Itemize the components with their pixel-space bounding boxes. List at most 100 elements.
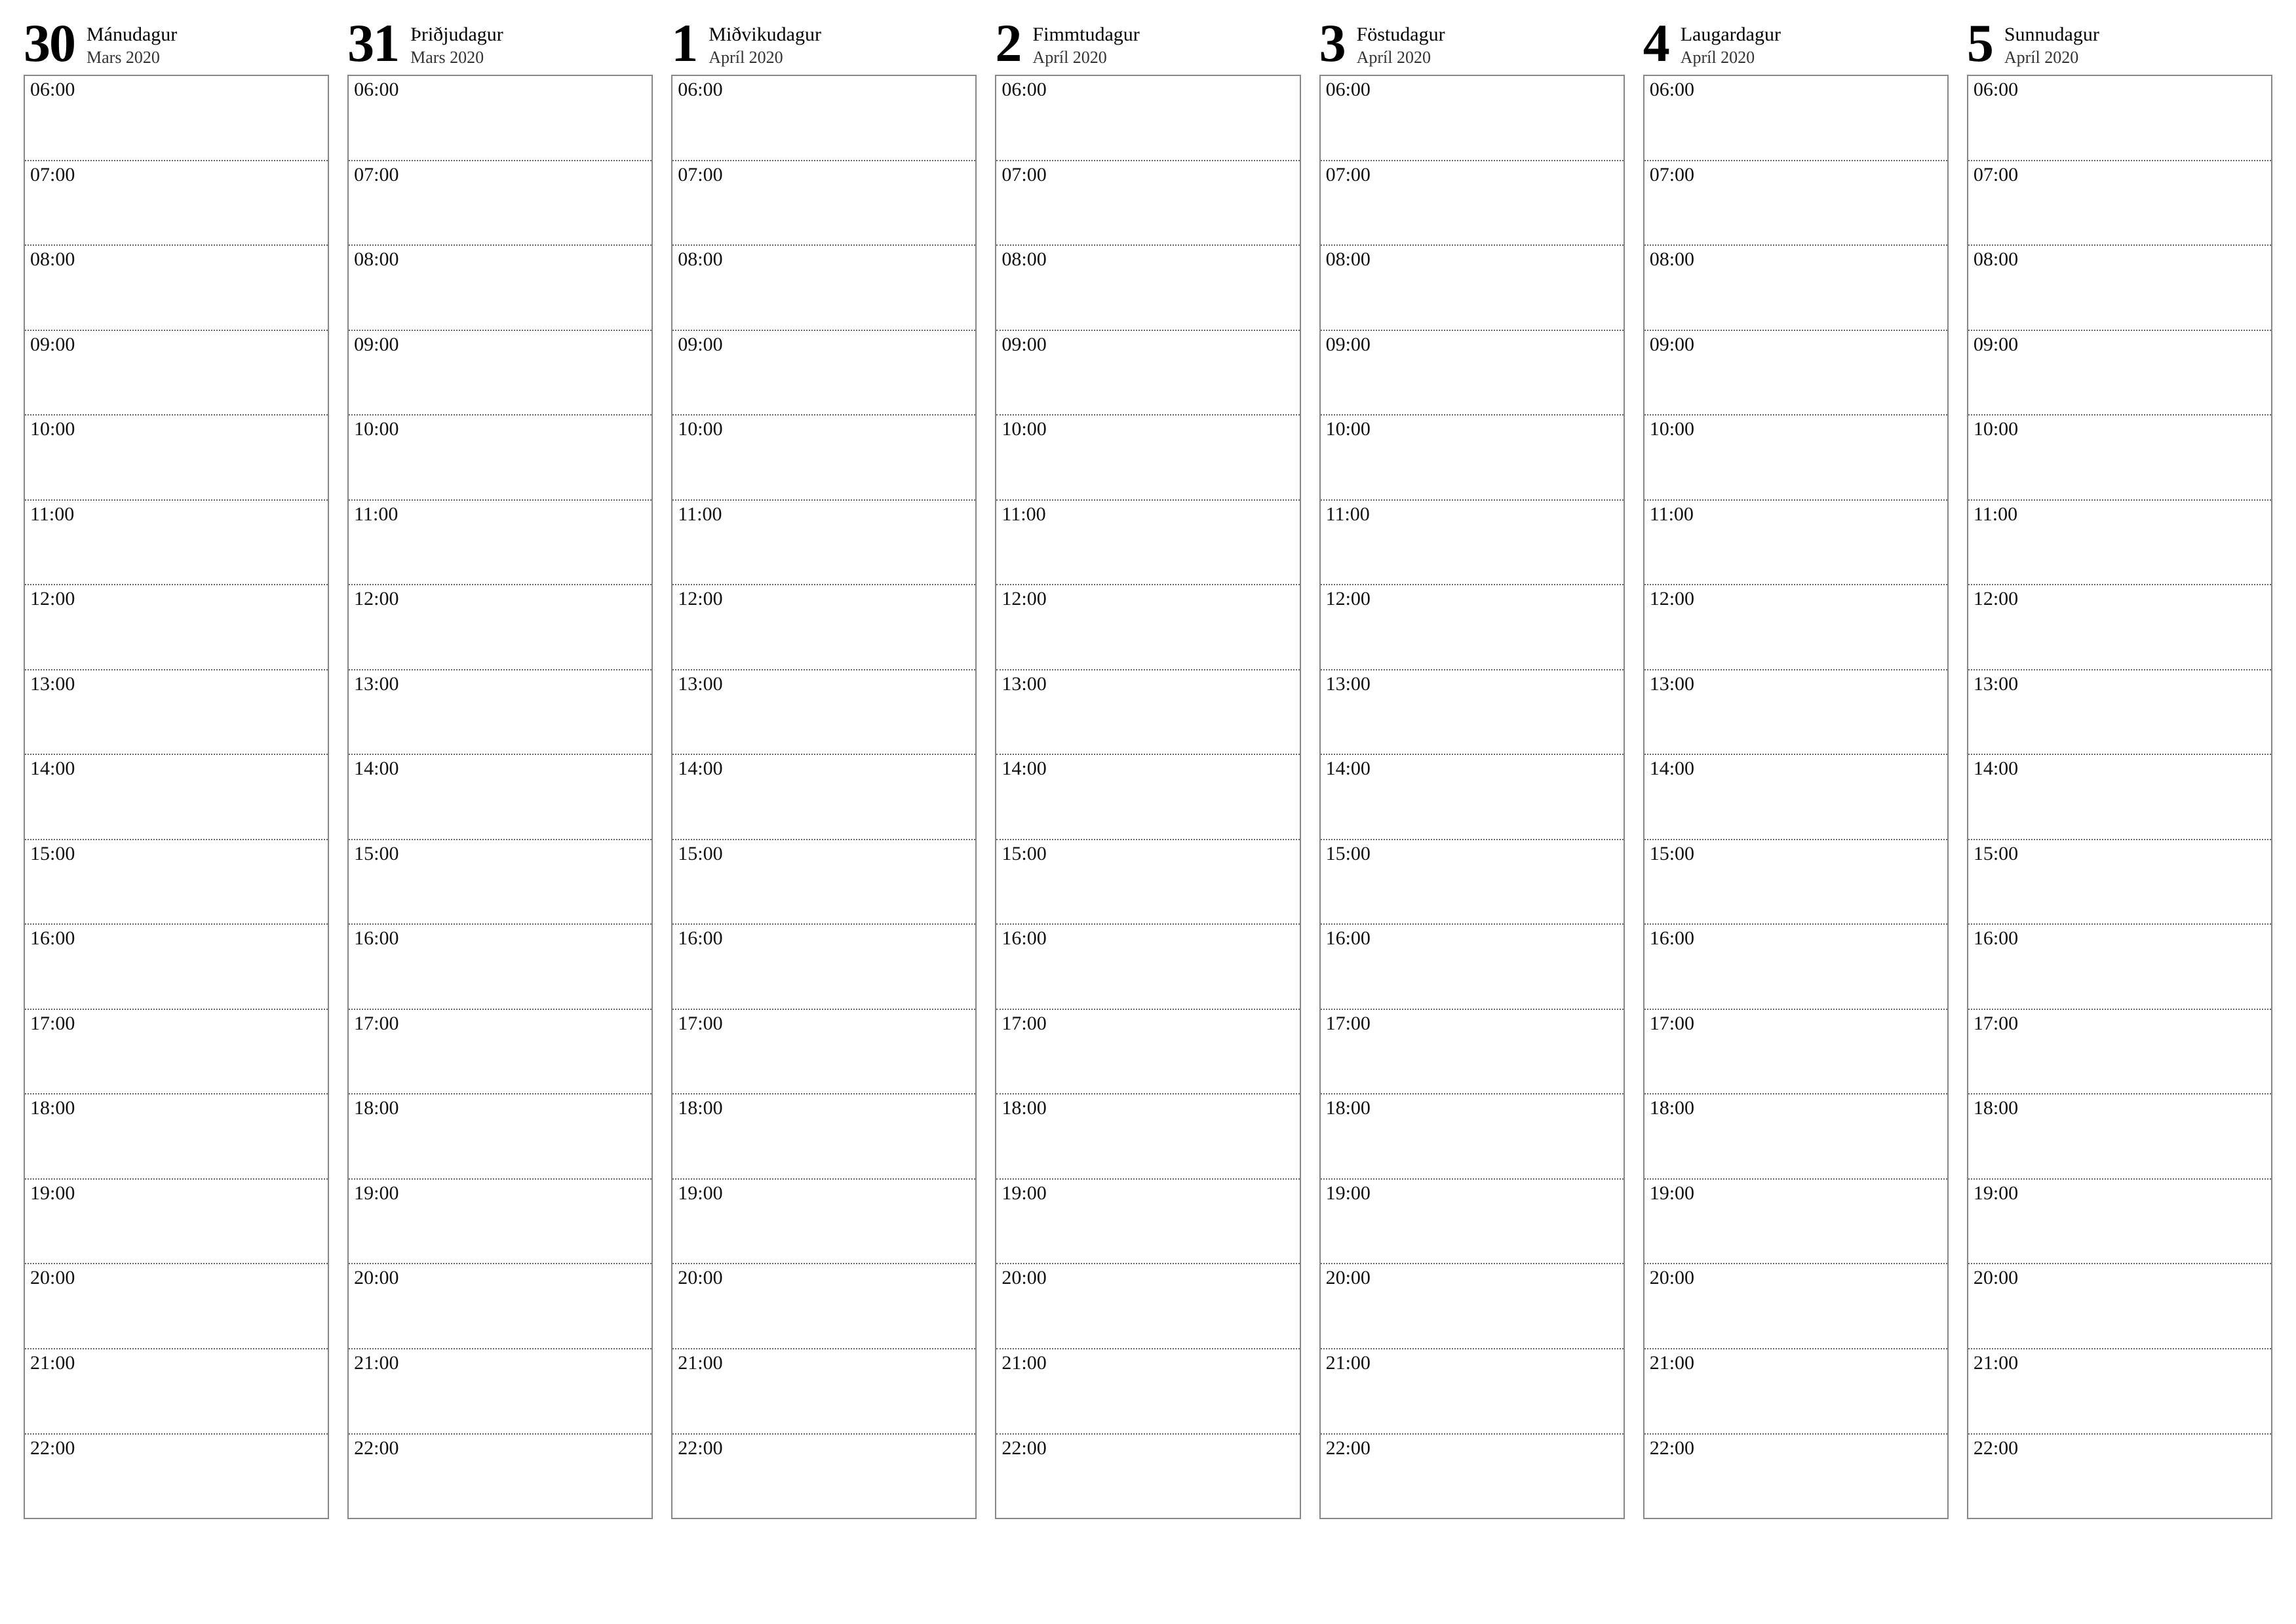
hour-slot: 22:00 bbox=[1321, 1433, 1624, 1518]
day-name: Sunnudagur bbox=[2004, 22, 2099, 47]
hour-slot: 18:00 bbox=[672, 1093, 975, 1178]
hour-slot: 15:00 bbox=[1321, 839, 1624, 924]
hour-slot: 19:00 bbox=[1321, 1178, 1624, 1264]
day-header: 31 Þriðjudagur Mars 2020 bbox=[347, 16, 653, 75]
hour-slot: 08:00 bbox=[1644, 244, 1947, 330]
hour-slot: 12:00 bbox=[1644, 584, 1947, 669]
hour-slot: 22:00 bbox=[349, 1433, 652, 1518]
day-header: 2 Fimmtudagur Apríl 2020 bbox=[995, 16, 1300, 75]
hour-slot: 08:00 bbox=[1321, 244, 1624, 330]
hour-slot: 08:00 bbox=[672, 244, 975, 330]
day-name: Laugardagur bbox=[1681, 22, 1781, 47]
hour-slot: 18:00 bbox=[996, 1093, 1299, 1178]
hour-slot: 14:00 bbox=[672, 754, 975, 839]
day-header: 30 Mánudagur Mars 2020 bbox=[24, 16, 329, 75]
hour-slot: 15:00 bbox=[1968, 839, 2271, 924]
hour-slot: 21:00 bbox=[1321, 1348, 1624, 1433]
hour-slot: 21:00 bbox=[672, 1348, 975, 1433]
day-column: 5 Sunnudagur Apríl 2020 06:00 07:00 08:0… bbox=[1967, 16, 2272, 1519]
day-header: 5 Sunnudagur Apríl 2020 bbox=[1967, 16, 2272, 75]
hour-slot: 12:00 bbox=[996, 584, 1299, 669]
day-number: 3 bbox=[1319, 16, 1345, 70]
day-hours-box: 06:00 07:00 08:00 09:00 10:00 11:00 12:0… bbox=[995, 75, 1300, 1519]
week-grid: 30 Mánudagur Mars 2020 06:00 07:00 08:00… bbox=[24, 16, 2272, 1519]
day-subtitle: Mars 2020 bbox=[87, 47, 177, 69]
day-name: Miðvikudagur bbox=[709, 22, 821, 47]
hour-slot: 12:00 bbox=[672, 584, 975, 669]
hour-slot: 19:00 bbox=[672, 1178, 975, 1264]
hour-slot: 22:00 bbox=[672, 1433, 975, 1518]
hour-slot: 14:00 bbox=[1968, 754, 2271, 839]
hour-slot: 15:00 bbox=[349, 839, 652, 924]
day-subtitle: Apríl 2020 bbox=[709, 47, 821, 69]
hour-slot: 13:00 bbox=[1644, 669, 1947, 754]
day-number: 31 bbox=[347, 16, 399, 70]
day-subtitle: Mars 2020 bbox=[410, 47, 503, 69]
day-labels: Miðvikudagur Apríl 2020 bbox=[709, 18, 821, 68]
hour-slot: 07:00 bbox=[1644, 160, 1947, 245]
hour-slot: 08:00 bbox=[1968, 244, 2271, 330]
hour-slot: 10:00 bbox=[996, 414, 1299, 499]
day-column: 4 Laugardagur Apríl 2020 06:00 07:00 08:… bbox=[1643, 16, 1949, 1519]
hour-slot: 14:00 bbox=[349, 754, 652, 839]
day-number: 5 bbox=[1967, 16, 1993, 70]
day-column: 3 Föstudagur Apríl 2020 06:00 07:00 08:0… bbox=[1319, 16, 1625, 1519]
hour-slot: 06:00 bbox=[349, 76, 652, 160]
hour-slot: 06:00 bbox=[1968, 76, 2271, 160]
hour-slot: 13:00 bbox=[25, 669, 328, 754]
day-labels: Þriðjudagur Mars 2020 bbox=[410, 18, 503, 68]
hour-slot: 07:00 bbox=[996, 160, 1299, 245]
hour-slot: 08:00 bbox=[349, 244, 652, 330]
day-hours-box: 06:00 07:00 08:00 09:00 10:00 11:00 12:0… bbox=[24, 75, 329, 1519]
hour-slot: 14:00 bbox=[25, 754, 328, 839]
hour-slot: 16:00 bbox=[1321, 923, 1624, 1009]
hour-slot: 19:00 bbox=[1968, 1178, 2271, 1264]
hour-slot: 22:00 bbox=[1968, 1433, 2271, 1518]
day-name: Þriðjudagur bbox=[410, 22, 503, 47]
hour-slot: 16:00 bbox=[349, 923, 652, 1009]
hour-slot: 20:00 bbox=[672, 1263, 975, 1348]
hour-slot: 13:00 bbox=[672, 669, 975, 754]
hour-slot: 21:00 bbox=[996, 1348, 1299, 1433]
hour-slot: 06:00 bbox=[1321, 76, 1624, 160]
hour-slot: 20:00 bbox=[1644, 1263, 1947, 1348]
hour-slot: 14:00 bbox=[996, 754, 1299, 839]
hour-slot: 21:00 bbox=[1644, 1348, 1947, 1433]
hour-slot: 12:00 bbox=[1968, 584, 2271, 669]
hour-slot: 10:00 bbox=[25, 414, 328, 499]
day-subtitle: Apríl 2020 bbox=[1681, 47, 1781, 69]
day-number: 30 bbox=[24, 16, 75, 70]
hour-slot: 16:00 bbox=[1644, 923, 1947, 1009]
day-column: 30 Mánudagur Mars 2020 06:00 07:00 08:00… bbox=[24, 16, 329, 1519]
hour-slot: 22:00 bbox=[25, 1433, 328, 1518]
hour-slot: 17:00 bbox=[349, 1009, 652, 1094]
hour-slot: 17:00 bbox=[996, 1009, 1299, 1094]
hour-slot: 09:00 bbox=[1321, 330, 1624, 415]
hour-slot: 11:00 bbox=[672, 499, 975, 585]
day-hours-box: 06:00 07:00 08:00 09:00 10:00 11:00 12:0… bbox=[1643, 75, 1949, 1519]
hour-slot: 20:00 bbox=[349, 1263, 652, 1348]
day-subtitle: Apríl 2020 bbox=[1357, 47, 1445, 69]
hour-slot: 08:00 bbox=[25, 244, 328, 330]
day-hours-box: 06:00 07:00 08:00 09:00 10:00 11:00 12:0… bbox=[1319, 75, 1625, 1519]
day-number: 4 bbox=[1643, 16, 1669, 70]
hour-slot: 17:00 bbox=[1644, 1009, 1947, 1094]
day-header: 1 Miðvikudagur Apríl 2020 bbox=[671, 16, 977, 75]
day-labels: Föstudagur Apríl 2020 bbox=[1357, 18, 1445, 68]
weekly-planner: 30 Mánudagur Mars 2020 06:00 07:00 08:00… bbox=[0, 0, 2296, 1558]
day-number: 2 bbox=[995, 16, 1021, 70]
hour-slot: 20:00 bbox=[1321, 1263, 1624, 1348]
hour-slot: 20:00 bbox=[25, 1263, 328, 1348]
hour-slot: 13:00 bbox=[1321, 669, 1624, 754]
hour-slot: 16:00 bbox=[672, 923, 975, 1009]
hour-slot: 07:00 bbox=[1321, 160, 1624, 245]
day-hours-box: 06:00 07:00 08:00 09:00 10:00 11:00 12:0… bbox=[347, 75, 653, 1519]
hour-slot: 15:00 bbox=[1644, 839, 1947, 924]
hour-slot: 07:00 bbox=[1968, 160, 2271, 245]
hour-slot: 18:00 bbox=[25, 1093, 328, 1178]
hour-slot: 17:00 bbox=[25, 1009, 328, 1094]
hour-slot: 16:00 bbox=[1968, 923, 2271, 1009]
hour-slot: 09:00 bbox=[1968, 330, 2271, 415]
day-header: 3 Föstudagur Apríl 2020 bbox=[1319, 16, 1625, 75]
hour-slot: 10:00 bbox=[1644, 414, 1947, 499]
